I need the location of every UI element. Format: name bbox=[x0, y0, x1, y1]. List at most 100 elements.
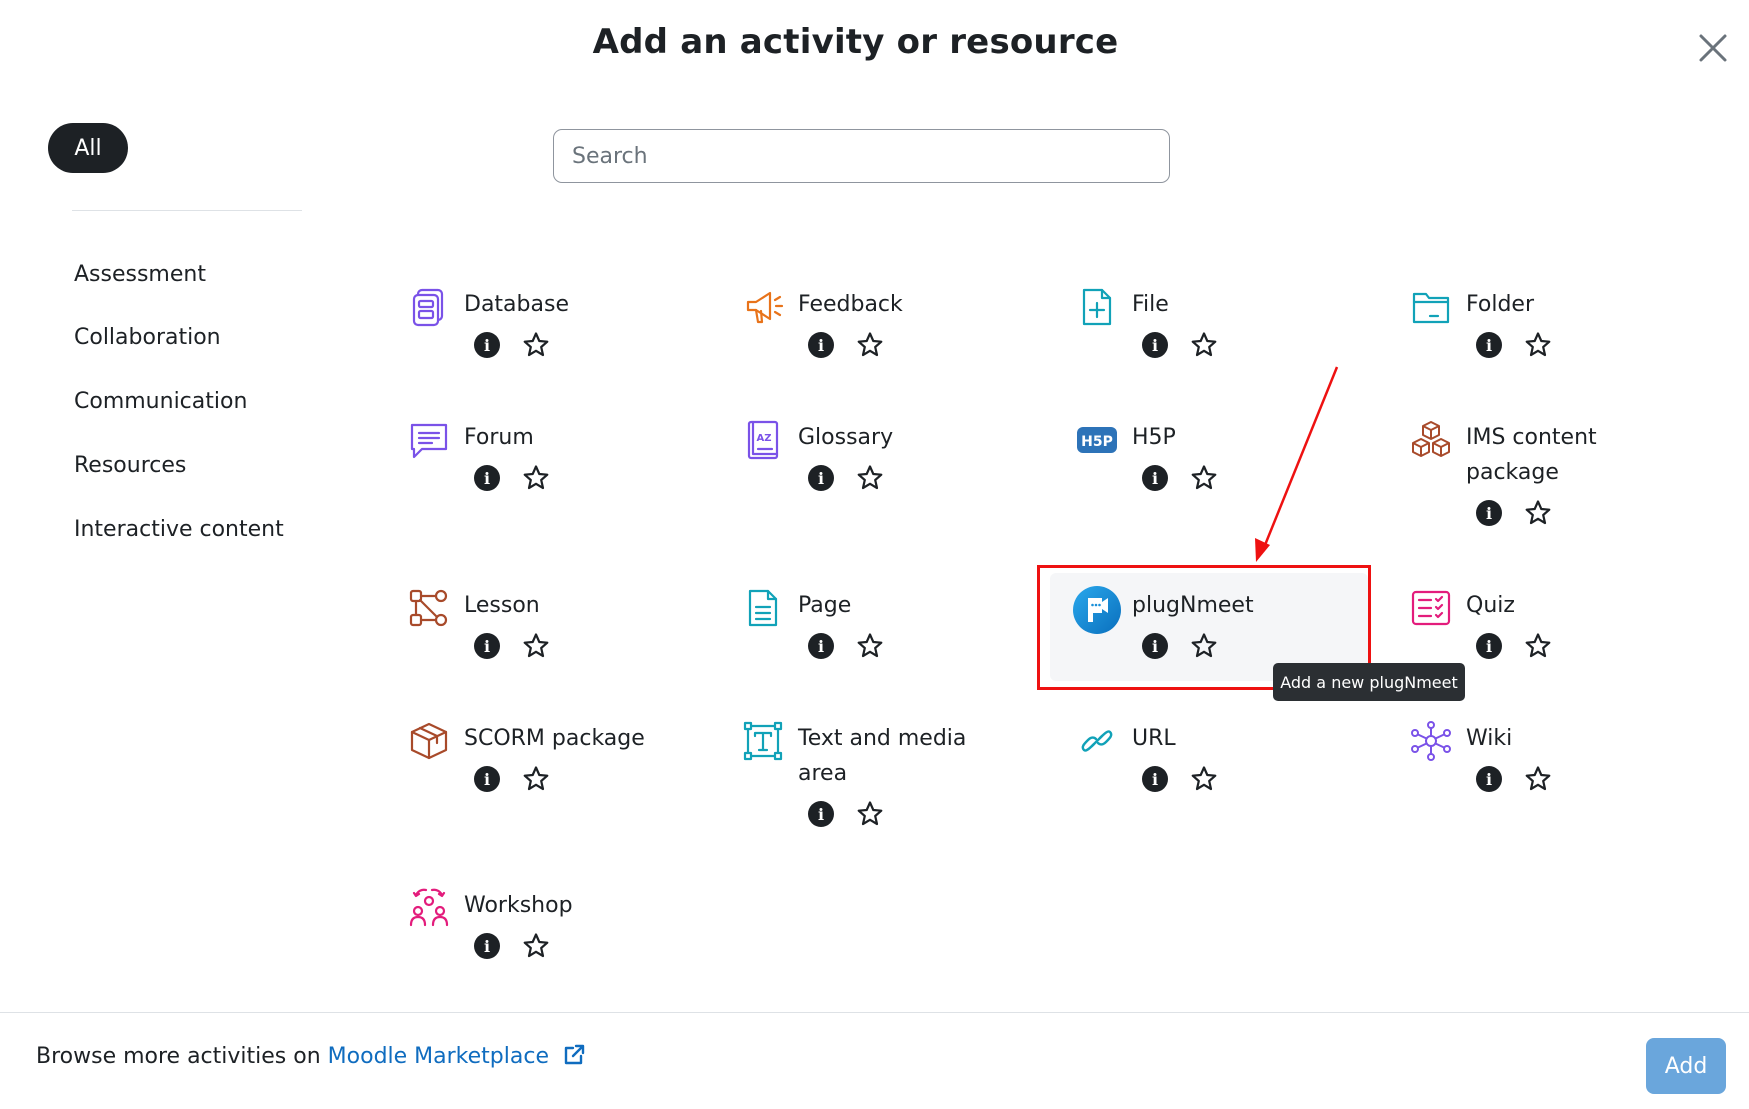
star-icon[interactable] bbox=[856, 331, 884, 359]
modal-title: Add an activity or resource bbox=[592, 22, 1119, 62]
wiki-network-icon bbox=[1410, 720, 1452, 762]
info-icon[interactable]: i bbox=[1476, 332, 1502, 358]
info-icon[interactable]: i bbox=[474, 933, 500, 959]
star-icon[interactable] bbox=[1190, 765, 1218, 793]
star-icon[interactable] bbox=[1190, 632, 1218, 660]
sidebar-item-collaboration[interactable]: Collaboration bbox=[74, 325, 221, 350]
footer-divider bbox=[0, 1012, 1749, 1013]
activity-name[interactable]: URL bbox=[1132, 721, 1342, 756]
activity-forum[interactable]: Forum i bbox=[408, 419, 728, 549]
close-icon[interactable] bbox=[1693, 28, 1733, 68]
star-icon[interactable] bbox=[1524, 331, 1552, 359]
star-icon[interactable] bbox=[522, 632, 550, 660]
activity-folder[interactable]: Folder i bbox=[1410, 286, 1730, 416]
info-icon[interactable]: i bbox=[808, 332, 834, 358]
activity-file[interactable]: File i bbox=[1076, 286, 1396, 416]
activity-page[interactable]: Page i bbox=[742, 587, 1062, 717]
tooltip: Add a new plugNmeet bbox=[1273, 663, 1465, 701]
search-input[interactable] bbox=[553, 129, 1170, 183]
activity-name[interactable]: Quiz bbox=[1466, 588, 1676, 623]
glossary-book-icon: AZ bbox=[742, 419, 784, 461]
star-icon[interactable] bbox=[522, 464, 550, 492]
info-icon[interactable]: i bbox=[1142, 766, 1168, 792]
sidebar-item-interactive-content[interactable]: Interactive content bbox=[74, 517, 284, 542]
info-icon[interactable]: i bbox=[1476, 500, 1502, 526]
activity-name[interactable]: Wiki bbox=[1466, 721, 1676, 756]
info-icon[interactable]: i bbox=[1142, 332, 1168, 358]
sidebar-item-communication[interactable]: Communication bbox=[74, 389, 247, 414]
package-box-icon bbox=[408, 720, 450, 762]
info-icon[interactable]: i bbox=[808, 801, 834, 827]
activity-name[interactable]: Database bbox=[464, 287, 674, 322]
activity-name[interactable]: Lesson bbox=[464, 588, 674, 623]
add-button[interactable]: Add bbox=[1646, 1038, 1726, 1094]
star-icon[interactable] bbox=[856, 800, 884, 828]
quiz-checklist-icon bbox=[1410, 587, 1452, 629]
workshop-people-icon bbox=[408, 887, 450, 929]
lesson-nodes-icon bbox=[408, 587, 450, 629]
activity-wiki[interactable]: Wiki i bbox=[1410, 720, 1730, 850]
activity-name[interactable]: Text and media area bbox=[798, 721, 1008, 791]
database-icon bbox=[408, 286, 450, 328]
activity-name[interactable]: File bbox=[1132, 287, 1342, 322]
info-icon[interactable]: i bbox=[474, 465, 500, 491]
info-icon[interactable]: i bbox=[808, 465, 834, 491]
star-icon[interactable] bbox=[522, 331, 550, 359]
activity-name[interactable]: Glossary bbox=[798, 420, 1008, 455]
activity-feedback[interactable]: Feedback i bbox=[742, 286, 1062, 416]
star-icon[interactable] bbox=[856, 632, 884, 660]
page-icon bbox=[742, 587, 784, 629]
star-icon[interactable] bbox=[1524, 632, 1552, 660]
activity-name[interactable]: Workshop bbox=[464, 888, 674, 923]
activity-name[interactable]: IMS content package bbox=[1466, 420, 1676, 490]
activity-glossary[interactable]: AZ Glossary i bbox=[742, 419, 1062, 549]
plugnmeet-logo-icon bbox=[1072, 585, 1122, 635]
activity-scorm-package[interactable]: SCORM package i bbox=[408, 720, 728, 850]
star-icon[interactable] bbox=[1524, 499, 1552, 527]
info-icon[interactable]: i bbox=[1142, 633, 1168, 659]
svg-text:AZ: AZ bbox=[757, 433, 772, 444]
folder-icon bbox=[1410, 286, 1452, 328]
star-icon[interactable] bbox=[522, 932, 550, 960]
footer-browse: Browse more activities on Moodle Marketp… bbox=[36, 1043, 586, 1069]
star-icon[interactable] bbox=[1190, 331, 1218, 359]
activity-workshop[interactable]: Workshop i bbox=[408, 887, 728, 1017]
text-media-icon bbox=[742, 720, 784, 762]
browse-text: Browse more activities on bbox=[36, 1044, 321, 1069]
activity-text-and-media-area[interactable]: Text and media area i bbox=[742, 720, 1062, 850]
activity-ims-content-package[interactable]: IMS content package i bbox=[1410, 419, 1730, 549]
star-icon[interactable] bbox=[856, 464, 884, 492]
info-icon[interactable]: i bbox=[1476, 766, 1502, 792]
svg-text:H5P: H5P bbox=[1081, 434, 1113, 450]
info-icon[interactable]: i bbox=[474, 766, 500, 792]
star-icon[interactable] bbox=[1190, 464, 1218, 492]
activity-chooser-modal: Add an activity or resource All Assessme… bbox=[0, 0, 1749, 1109]
moodle-marketplace-link[interactable]: Moodle Marketplace bbox=[328, 1044, 549, 1069]
star-icon[interactable] bbox=[522, 765, 550, 793]
star-icon[interactable] bbox=[1524, 765, 1552, 793]
activity-name[interactable]: H5P bbox=[1132, 420, 1342, 455]
info-icon[interactable]: i bbox=[1476, 633, 1502, 659]
info-icon[interactable]: i bbox=[808, 633, 834, 659]
activity-name[interactable]: Folder bbox=[1466, 287, 1676, 322]
megaphone-icon bbox=[742, 286, 784, 328]
category-all-tab[interactable]: All bbox=[48, 123, 128, 173]
activity-database[interactable]: Database i bbox=[408, 286, 728, 416]
activity-h5p[interactable]: H5P H5P i bbox=[1076, 419, 1396, 549]
sidebar-item-resources[interactable]: Resources bbox=[74, 453, 186, 478]
activity-lesson[interactable]: Lesson i bbox=[408, 587, 728, 717]
activity-name[interactable]: Page bbox=[798, 588, 1008, 623]
activity-name[interactable]: SCORM package bbox=[464, 721, 674, 756]
activity-url[interactable]: URL i bbox=[1076, 720, 1396, 850]
file-plus-icon bbox=[1076, 286, 1118, 328]
activity-name[interactable]: plugNmeet bbox=[1132, 588, 1342, 623]
activity-name[interactable]: Feedback bbox=[798, 287, 1008, 322]
cubes-icon bbox=[1410, 419, 1452, 461]
activity-name[interactable]: Forum bbox=[464, 420, 674, 455]
external-link-icon[interactable] bbox=[562, 1043, 586, 1067]
info-icon[interactable]: i bbox=[1142, 465, 1168, 491]
info-icon[interactable]: i bbox=[474, 633, 500, 659]
info-icon[interactable]: i bbox=[474, 332, 500, 358]
sidebar-item-assessment[interactable]: Assessment bbox=[74, 262, 206, 287]
chat-bubble-icon bbox=[408, 419, 450, 461]
